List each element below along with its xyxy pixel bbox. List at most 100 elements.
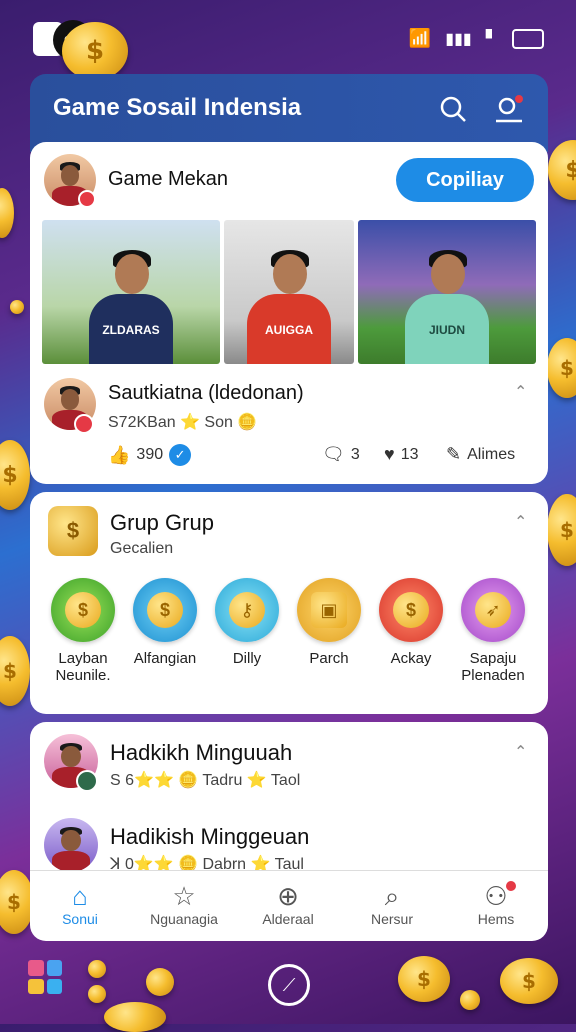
post-photo[interactable]: AUIGGA bbox=[224, 220, 354, 364]
coin-decoration: $ bbox=[0, 870, 34, 934]
rocket-icon: ➶ bbox=[475, 592, 511, 628]
group-title: Grup Grup bbox=[110, 510, 214, 535]
sim-icon: ▘ bbox=[485, 30, 498, 48]
heart-count: 13 bbox=[400, 445, 419, 463]
compass-icon[interactable]: ⟋ bbox=[268, 964, 310, 1006]
coin-icon: $ bbox=[393, 592, 429, 628]
like-count: 390 bbox=[136, 446, 164, 463]
app-header: Game Sosail Indensia bbox=[30, 74, 548, 152]
coin-decoration: $ bbox=[0, 440, 30, 510]
search-icon: ⌕ bbox=[384, 881, 400, 911]
status-right-icons: 📶 ▮▮▮ ▘ bbox=[409, 28, 544, 49]
shirt-text: AUIGGA bbox=[247, 294, 331, 364]
pen-icon: ✎ bbox=[446, 444, 462, 464]
apps-icon[interactable] bbox=[28, 960, 62, 994]
group-item[interactable]: $ Layban Neunile. bbox=[48, 578, 118, 684]
group-item-sub: Plenaden bbox=[461, 667, 525, 684]
search-icon[interactable] bbox=[438, 94, 468, 124]
wifi-icon: 📶 bbox=[408, 28, 432, 48]
nav-label: Sonui bbox=[62, 911, 98, 927]
key-icon: ⚷ bbox=[229, 592, 265, 628]
treasure-icon: ▣ bbox=[311, 592, 347, 628]
nav-label: Nersur bbox=[370, 911, 413, 927]
upload-icon: ⊕ bbox=[277, 881, 299, 911]
weekly-meta: S 6⭐⭐ 🪙 Tadru ⭐ Taol bbox=[110, 772, 301, 789]
group-item-label: Dilly bbox=[232, 650, 262, 667]
system-bar: ⟋ bbox=[0, 950, 576, 1024]
profile-icon: ⚇ bbox=[484, 881, 508, 911]
group-subtitle: Gecalien bbox=[110, 540, 174, 557]
coin-decoration: $ bbox=[547, 338, 576, 398]
post-author: Game Mekan bbox=[108, 168, 229, 190]
group-item-sub: Neunile. bbox=[55, 667, 111, 684]
home-icon: ⌂ bbox=[72, 881, 88, 911]
coin-decoration: $ bbox=[548, 140, 576, 200]
comment-count: 3 bbox=[350, 445, 360, 463]
nav-item-star[interactable]: ☆ Nguanagia bbox=[134, 881, 234, 927]
share-label: Alimes bbox=[467, 445, 516, 463]
nav-label: Hems bbox=[477, 911, 515, 927]
coin-icon: $ bbox=[147, 592, 183, 628]
group-item[interactable]: $ Ackay bbox=[376, 578, 446, 667]
person-figure: JIUDN bbox=[397, 250, 497, 364]
status-badge bbox=[78, 190, 96, 208]
post-card: Game Mekan Copiliay ZLDARAS AUIGGA JIUDN… bbox=[30, 142, 548, 484]
share-stat[interactable]: ✎ Alimes bbox=[446, 444, 515, 465]
post-photo[interactable]: JIUDN bbox=[358, 220, 536, 364]
coin-decoration: $ bbox=[62, 22, 128, 80]
nav-item-search[interactable]: ⌕ Nersur bbox=[342, 881, 442, 927]
app-title: Game Sosail Indensia bbox=[53, 94, 302, 121]
like-stat[interactable]: 👍 390 ✓ bbox=[108, 444, 192, 466]
copiliay-button[interactable]: Copiliay bbox=[396, 158, 534, 202]
shirt-text: JIUDN bbox=[405, 294, 489, 364]
coin-decoration: $ bbox=[0, 636, 30, 706]
group-item[interactable]: ➶ Sapaju Plenaden bbox=[458, 578, 528, 684]
nav-item-upload[interactable]: ⊕ Alderaal bbox=[238, 881, 338, 927]
status-badge bbox=[74, 414, 94, 434]
chevron-up-icon[interactable]: ⌃ bbox=[514, 512, 527, 532]
signal-icon: ▮▮▮ bbox=[445, 30, 472, 48]
group-item[interactable]: ▣ Parch bbox=[294, 578, 364, 667]
profile-notification-icon[interactable] bbox=[494, 94, 524, 124]
nav-label: Alderaal bbox=[262, 911, 314, 927]
coin-decoration bbox=[10, 300, 24, 314]
comment-icon: 🗨 bbox=[322, 444, 345, 464]
star-icon: ☆ bbox=[172, 881, 196, 911]
weekly-title: Hadkikh Minguuah bbox=[110, 740, 293, 765]
person-figure: AUIGGA bbox=[239, 250, 339, 364]
bottom-nav: ⌂ Sonui ☆ Nguanagia ⊕ Alderaal ⌕ Nersur … bbox=[30, 870, 548, 941]
weekly-title: Hadikish Minggeuan bbox=[110, 824, 310, 849]
shirt-text: ZLDARAS bbox=[89, 294, 173, 364]
group-item-label: Layban bbox=[58, 650, 108, 667]
status-badge bbox=[76, 770, 98, 792]
nav-item-profile[interactable]: ⚇ Hems bbox=[446, 881, 546, 927]
nav-item-home[interactable]: ⌂ Sonui bbox=[30, 881, 130, 927]
nav-label: Nguanagia bbox=[150, 911, 218, 927]
person-figure: ZLDARAS bbox=[81, 250, 181, 364]
coin-decoration: $ bbox=[547, 494, 576, 566]
thumbs-up-icon: 👍 bbox=[108, 444, 131, 465]
post-photo[interactable]: ZLDARAS bbox=[42, 220, 220, 364]
chevron-up-icon[interactable]: ⌃ bbox=[514, 742, 527, 762]
comment-stat[interactable]: 🗨 3 bbox=[322, 444, 360, 465]
group-item[interactable]: $ Alfangian bbox=[130, 578, 200, 667]
weekly-card: Hadkikh Minguuah S 6⭐⭐ 🪙 Tadru ⭐ Taol ⌃ … bbox=[30, 722, 548, 882]
coin-decoration bbox=[0, 188, 14, 238]
group-item-label: Parch bbox=[309, 650, 349, 667]
check-icon: ✓ bbox=[169, 444, 192, 466]
avatar[interactable] bbox=[44, 818, 98, 872]
lock-coin-icon: $ bbox=[48, 506, 98, 556]
group-card: $ Grup Grup Gecalien ⌃ $ Layban Neunile.… bbox=[30, 492, 548, 714]
commenter-meta: S72KBan ⭐ Son 🪙 bbox=[108, 414, 258, 431]
group-item-label: Alfangian bbox=[133, 650, 197, 667]
heart-stat[interactable]: ♥ 13 bbox=[384, 444, 418, 465]
chevron-up-icon[interactable]: ⌃ bbox=[514, 382, 527, 402]
battery-icon bbox=[512, 28, 544, 49]
group-item-label: Ackay bbox=[390, 650, 432, 667]
heart-icon: ♥ bbox=[384, 444, 395, 464]
group-item[interactable]: ⚷ Dilly bbox=[212, 578, 282, 667]
notification-dot bbox=[506, 881, 516, 891]
coin-icon: $ bbox=[65, 592, 101, 628]
group-item-label: Sapaju bbox=[469, 650, 517, 667]
commenter-name: Sautkiatna (ldedonan) bbox=[108, 382, 304, 404]
